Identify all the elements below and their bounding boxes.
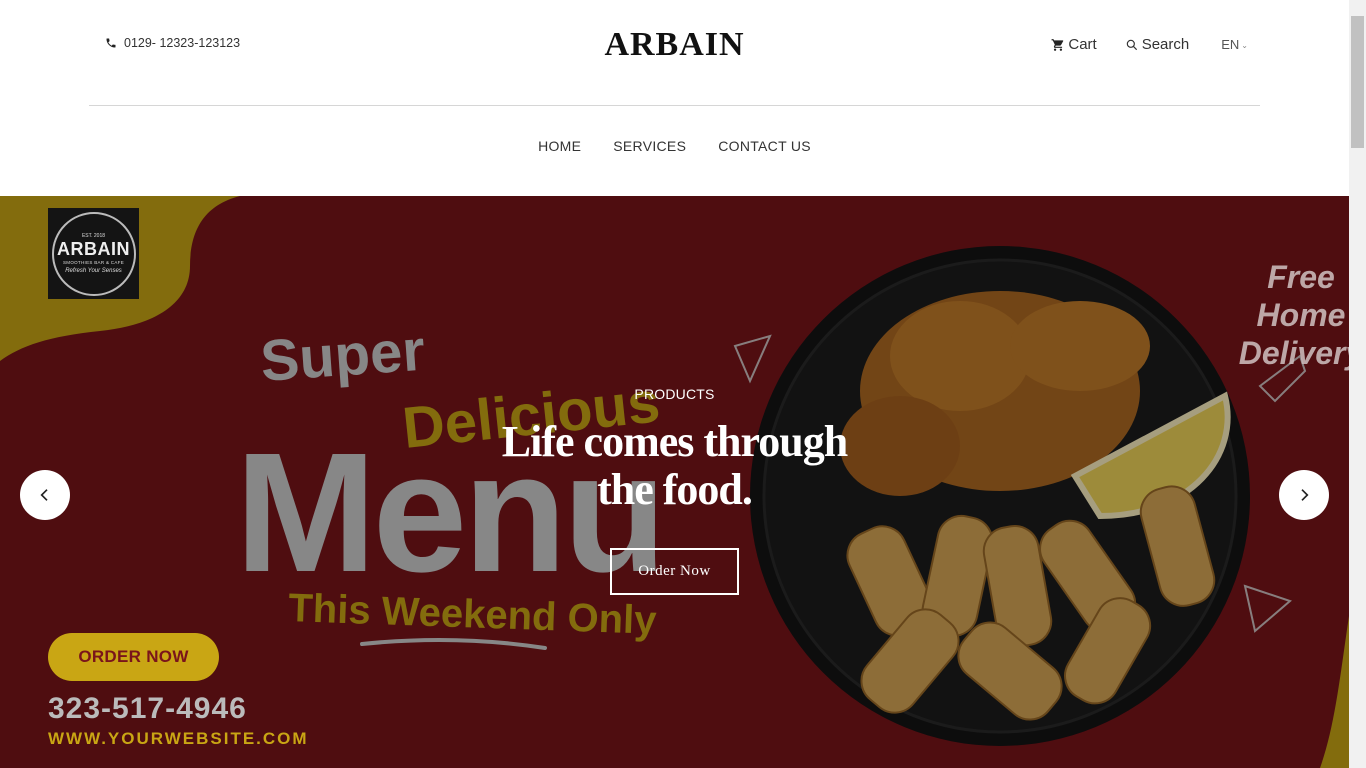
scrollbar-thumb[interactable] <box>1351 16 1364 148</box>
chevron-right-icon <box>1301 489 1309 501</box>
site-header: 0129- 12323-123123 ARBAIN Cart Search EN… <box>0 0 1349 196</box>
delivery-line-2: Delivery <box>1238 335 1349 371</box>
logo-signature: Refresh Your Senses <box>65 268 122 274</box>
cart-label: Cart <box>1068 36 1097 53</box>
cart-icon <box>1051 38 1064 51</box>
hero-kicker: PRODUCTS <box>634 386 715 402</box>
slider-prev-button[interactable] <box>20 470 70 520</box>
nav-services[interactable]: SERVICES <box>613 138 686 154</box>
banner-phone-number: 323-517-4946 <box>48 692 247 725</box>
logo-name: ARBAIN <box>57 239 130 259</box>
main-nav: HOME SERVICES CONTACT US <box>0 138 1349 154</box>
banner-website: WWW.YOURWEBSITE.COM <box>48 729 309 748</box>
slider-next-button[interactable] <box>1279 470 1329 520</box>
cafe-logo-ring: EST. 2018 ARBAIN SMOOTHIES BAR & CAFE Re… <box>51 211 136 296</box>
search-icon <box>1126 39 1137 50</box>
cart-button[interactable]: Cart <box>1051 36 1097 53</box>
chevron-down-icon: ⌄ <box>1241 41 1248 50</box>
search-label: Search <box>1141 36 1190 53</box>
language-selector[interactable]: EN ⌄ <box>1221 37 1248 52</box>
order-now-button[interactable]: Order Now <box>610 548 739 595</box>
banner-order-now-pill: ORDER NOW <box>48 633 219 681</box>
hero-title: Life comes through the food. <box>501 417 848 514</box>
header-tools: Cart Search EN ⌄ <box>1023 36 1248 53</box>
page-scrollbar[interactable] <box>1349 0 1366 768</box>
chevron-left-icon <box>40 489 48 501</box>
delivery-line-1: Free Home <box>1256 259 1346 333</box>
nav-home[interactable]: HOME <box>538 138 581 154</box>
logo-tagline: SMOOTHIES BAR & CAFE <box>62 260 124 265</box>
top-bar: 0129- 12323-123123 ARBAIN Cart Search EN… <box>89 0 1260 106</box>
hero-slider: Super Delicious Menu This Weekend Only E… <box>0 196 1349 768</box>
free-delivery-text: Free Home Delivery <box>1236 258 1349 372</box>
hero-caption: PRODUCTS Life comes through the food. Or… <box>0 386 1349 595</box>
cafe-logo-badge: EST. 2018 ARBAIN SMOOTHIES BAR & CAFE Re… <box>48 208 139 299</box>
language-value: EN <box>1221 37 1240 52</box>
nav-contact-us[interactable]: CONTACT US <box>718 138 811 154</box>
search-button[interactable]: Search <box>1125 36 1190 53</box>
